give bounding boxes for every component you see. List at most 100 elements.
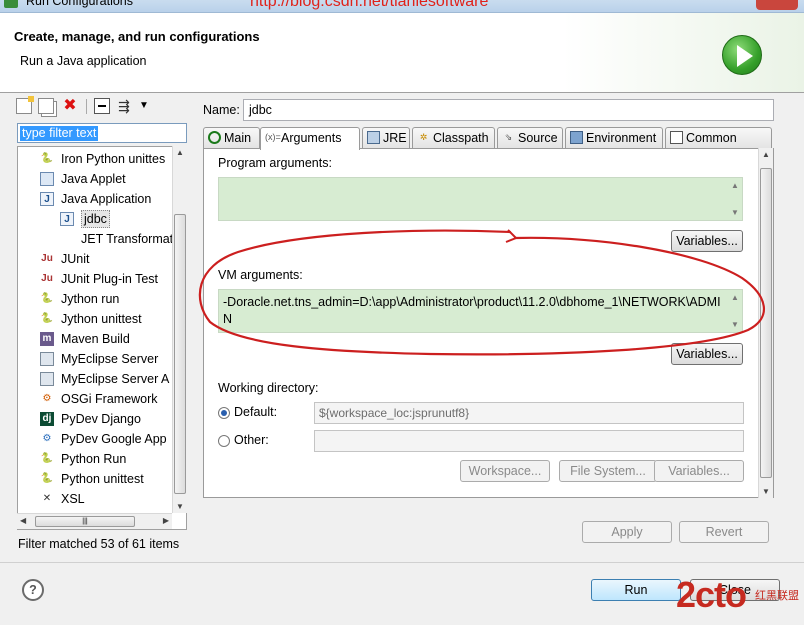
tree-item[interactable]: m Maven Build	[18, 329, 172, 349]
other-dir-field[interactable]	[314, 430, 744, 452]
server-icon	[40, 372, 54, 386]
tree-item-label: jdbc	[81, 210, 110, 228]
default-dir-field: ${workspace_loc:jsprunutf8}	[314, 402, 744, 424]
tree-item-label: MyEclipse Server	[61, 352, 159, 366]
scroll-up-icon[interactable]: ▲	[176, 148, 184, 157]
applet-icon	[40, 172, 54, 186]
common-icon	[670, 131, 683, 144]
filter-menu-dropdown-icon[interactable]: ▼	[136, 98, 152, 114]
run-button[interactable]: Run	[591, 579, 681, 601]
scroll-down-icon[interactable]: ▼	[762, 487, 770, 496]
arguments-tab-body: Program arguments: ▲ ▼ Variables... VM ar…	[203, 148, 774, 498]
tree-item-label: JUnit Plug-in Test	[61, 272, 159, 286]
tree-item[interactable]: Ju JUnit Plug-in Test	[18, 269, 172, 289]
tree-item-label: OSGi Framework	[61, 392, 158, 406]
vm-args-label: VM arguments:	[218, 268, 303, 282]
name-field[interactable]: jdbc	[243, 99, 774, 121]
tree-item[interactable]: 🐍 Jython run	[18, 289, 172, 309]
tab-scroll-thumb[interactable]	[760, 168, 772, 478]
python-icon: 🐍	[40, 453, 54, 464]
google-app-icon: ⚙	[42, 433, 52, 444]
tab-main[interactable]: Main	[203, 127, 260, 149]
scroll-up-icon[interactable]: ▲	[731, 293, 739, 302]
tab-arguments[interactable]: (x)= Arguments	[260, 127, 360, 150]
other-label: Other:	[234, 433, 269, 447]
scroll-down-icon[interactable]: ▼	[731, 320, 739, 329]
osgi-icon: ⚙	[42, 393, 52, 404]
tree-hscroll-thumb[interactable]: |||	[35, 516, 135, 527]
dir-variables-button[interactable]: Variables...	[654, 460, 744, 482]
scroll-left-icon[interactable]: ◀	[20, 516, 26, 525]
filter-status: Filter matched 53 of 61 items	[18, 537, 180, 551]
program-args-label: Program arguments:	[218, 156, 332, 170]
scroll-up-icon[interactable]: ▲	[731, 181, 739, 190]
default-radio[interactable]	[218, 407, 230, 419]
file-system-button[interactable]: File System...	[559, 460, 657, 482]
junit-icon: Ju	[41, 253, 53, 264]
banner-subtitle: Run a Java application	[20, 54, 147, 68]
xsl-icon: ✕	[42, 493, 52, 504]
tab-jre[interactable]: JRE	[362, 127, 410, 149]
scroll-down-icon[interactable]: ▼	[731, 208, 739, 217]
tree-item[interactable]: 🐍 Python unittest	[18, 469, 172, 489]
tree-item[interactable]: Ju JUnit	[18, 249, 172, 269]
apply-button[interactable]: Apply	[582, 521, 672, 543]
maven-icon: m	[40, 332, 54, 346]
banner-title: Create, manage, and run configurations	[14, 29, 260, 44]
config-toolbar: ✖ ⇶ ▼	[14, 96, 194, 117]
delete-config-icon[interactable]: ✖	[62, 98, 78, 114]
site-watermark-logo: 2cto	[676, 574, 747, 615]
vm-variables-button[interactable]: Variables...	[671, 343, 743, 365]
new-config-icon[interactable]	[16, 96, 34, 114]
tree-item[interactable]: MyEclipse Server A	[18, 369, 172, 389]
tab-common[interactable]: Common	[665, 127, 772, 149]
tree-item[interactable]: 🐍 Python Run	[18, 449, 172, 469]
tab-classpath[interactable]: ✲ Classpath	[412, 127, 495, 149]
other-radio[interactable]	[218, 435, 230, 447]
help-icon[interactable]: ?	[22, 579, 44, 601]
duplicate-config-icon[interactable]	[38, 98, 54, 114]
tree-item[interactable]: 🐍 Jython unittest	[18, 309, 172, 329]
scroll-down-icon[interactable]: ▼	[176, 502, 184, 511]
tree-item[interactable]: ⚙ OSGi Framework	[18, 389, 172, 409]
jython-icon: 🐍	[40, 293, 54, 304]
tree-item[interactable]: 🐍 Iron Python unittes	[18, 149, 172, 169]
filter-input[interactable]: type filter text	[17, 123, 187, 143]
tab-environment[interactable]: Environment	[565, 127, 663, 149]
tree-item[interactable]: MyEclipse Server	[18, 349, 172, 369]
filter-placeholder-text: type filter text	[20, 126, 99, 141]
collapse-all-icon[interactable]	[94, 98, 110, 114]
tree-item-label: JUnit	[61, 252, 90, 266]
tree-item[interactable]: Jjdbc	[18, 209, 172, 229]
app-icon	[4, 0, 18, 8]
tree-item-label: Jython unittest	[61, 312, 142, 326]
tab-vertical-scrollbar[interactable]: ▲ ▼	[758, 148, 773, 498]
revert-button[interactable]: Revert	[679, 521, 769, 543]
tree-item[interactable]: J Java Application	[18, 189, 172, 209]
tree-item[interactable]: dj PyDev Django	[18, 409, 172, 429]
tree-scroll-thumb[interactable]	[174, 214, 186, 494]
tree-item[interactable]: ✕ XSL	[18, 489, 172, 509]
junit-icon: Ju	[41, 273, 53, 284]
main-icon	[208, 131, 221, 144]
window-title: Run Configurations	[26, 0, 134, 8]
jython-icon: 🐍	[40, 313, 54, 324]
scroll-up-icon[interactable]: ▲	[762, 150, 770, 159]
tab-source[interactable]: ⇘ Source	[497, 127, 563, 149]
tree-item-label: XSL	[61, 492, 85, 506]
tree-vertical-scrollbar[interactable]: ▲ ▼	[172, 146, 187, 513]
window-close-button[interactable]	[756, 0, 798, 10]
name-label: Name:	[203, 103, 240, 117]
tree-item[interactable]: ⚙ PyDev Google App	[18, 429, 172, 449]
filter-config-icon[interactable]: ⇶	[116, 98, 132, 114]
tree-item[interactable]: JET Transformation	[18, 229, 172, 249]
environment-icon	[570, 131, 583, 144]
workspace-button[interactable]: Workspace...	[460, 460, 550, 482]
program-args-textarea[interactable]: ▲ ▼	[218, 177, 743, 221]
default-label: Default:	[234, 405, 278, 419]
program-variables-button[interactable]: Variables...	[671, 230, 743, 252]
tree-horizontal-scrollbar[interactable]: ◀ ||| ▶	[17, 513, 172, 529]
scroll-right-icon[interactable]: ▶	[163, 516, 169, 525]
tree-item[interactable]: Java Applet	[18, 169, 172, 189]
vm-args-textarea[interactable]: -Doracle.net.tns_admin=D:\app\Administra…	[218, 289, 743, 333]
